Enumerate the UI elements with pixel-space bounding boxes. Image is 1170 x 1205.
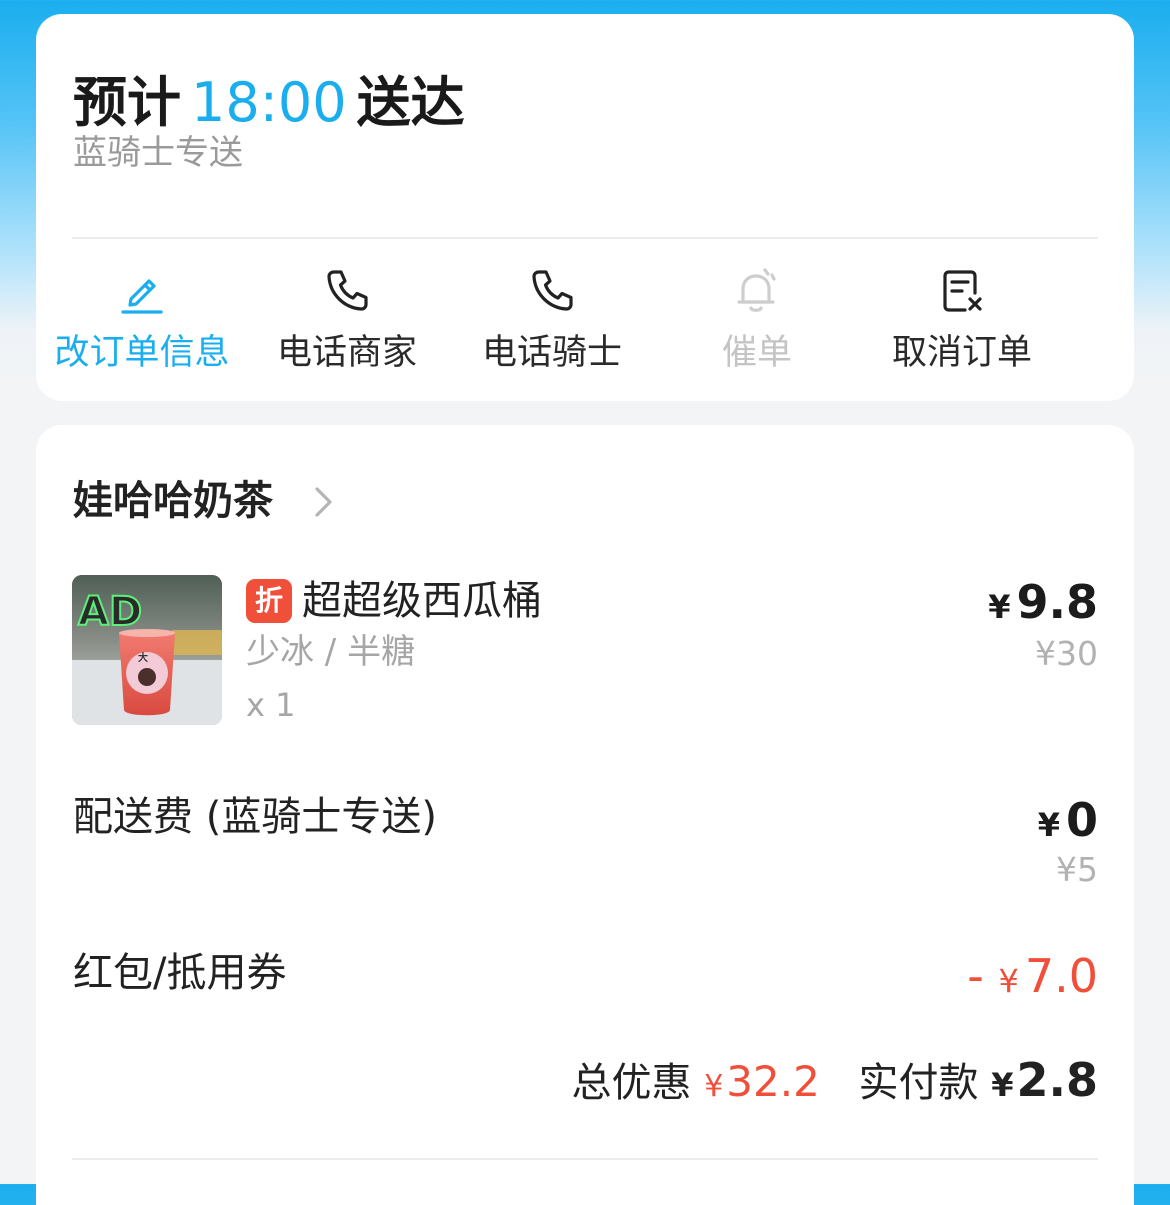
delivery-card: 预计 18:00 送达 蓝骑士专送 改订单信息 电话商家 电话骑士 催单 取消订…	[36, 14, 1134, 401]
product-image[interactable]: AD 大	[72, 575, 222, 725]
order-totals: 总优惠 ¥32.2 实付款 ¥2.8	[571, 1057, 1098, 1103]
edit-order-label: 改订单信息	[54, 333, 230, 373]
call-rider-button[interactable]: 电话骑士	[447, 266, 657, 371]
eta-time: 18:00	[191, 71, 347, 134]
coupon-label[interactable]: 红包/抵用券	[73, 953, 286, 993]
action-bar: 改订单信息 电话商家 电话骑士 催单 取消订单	[54, 266, 1098, 396]
phone-icon	[532, 270, 573, 311]
delivery-fee-price: ¥0	[1038, 797, 1098, 843]
svg-text:AD: AD	[78, 589, 142, 635]
coupon-currency: ¥	[998, 962, 1019, 1000]
discount-badge: 折	[246, 579, 292, 623]
coupon-value: 7.0	[1024, 949, 1098, 1003]
cancel-order-icon	[943, 270, 982, 312]
item-name: 超超级西瓜桶	[302, 578, 542, 624]
cancel-order-label: 取消订单	[891, 333, 1032, 373]
urge-order-label: 催单	[721, 333, 792, 373]
eta-suffix: 送达	[356, 71, 465, 134]
chevron-right-icon[interactable]	[304, 483, 340, 521]
call-merchant-button[interactable]: 电话商家	[242, 266, 452, 371]
item-spec: 少冰 / 半糖	[246, 632, 416, 672]
item-price: ¥9.8	[988, 579, 1098, 625]
rider-type: 蓝骑士专送	[73, 133, 243, 173]
eta-heading: 预计 18:00 送达	[73, 76, 465, 130]
bell-icon	[737, 268, 776, 312]
delivery-fee-value: 0	[1065, 793, 1098, 847]
paid-value: 2.8	[1016, 1053, 1099, 1107]
item-qty: x 1	[246, 686, 296, 724]
delivery-fee-label: 配送费 (蓝骑士专送)	[73, 794, 437, 840]
call-rider-label: 电话骑士	[481, 333, 622, 373]
paid-label: 实付款	[858, 1060, 979, 1106]
total-discount-currency: ¥	[704, 1069, 724, 1104]
total-discount-label: 总优惠	[571, 1060, 692, 1106]
divider	[72, 237, 1098, 239]
coupon-sign: -	[967, 949, 984, 1003]
edit-order-button[interactable]: 改订单信息	[37, 266, 247, 371]
item-price-value: 9.8	[1016, 575, 1099, 629]
coupon-amount[interactable]: - ¥7.0	[967, 953, 1098, 999]
call-merchant-label: 电话商家	[276, 333, 417, 373]
cancel-order-button[interactable]: 取消订单	[857, 266, 1067, 371]
svg-text:大: 大	[138, 651, 148, 664]
edit-icon	[121, 279, 163, 314]
divider	[72, 1158, 1098, 1160]
delivery-fee-original-price: ¥5	[1056, 850, 1098, 889]
item-price-currency: ¥	[988, 588, 1011, 626]
order-card: 娃哈哈奶茶 AD 大 折 超超级西瓜桶 少冰 / 半糖 x 1 ¥ 9.8 ¥3…	[36, 425, 1134, 1205]
eta-prefix: 预计	[73, 71, 181, 134]
phone-icon	[327, 270, 368, 311]
paid-currency: ¥	[991, 1066, 1014, 1104]
urge-order-button[interactable]: 催单	[652, 266, 862, 371]
delivery-fee-currency: ¥	[1037, 806, 1060, 844]
total-discount-value: 32.2	[726, 1057, 820, 1106]
item-original-price: ¥30	[1035, 634, 1098, 673]
shop-name[interactable]: 娃哈哈奶茶	[73, 481, 273, 521]
